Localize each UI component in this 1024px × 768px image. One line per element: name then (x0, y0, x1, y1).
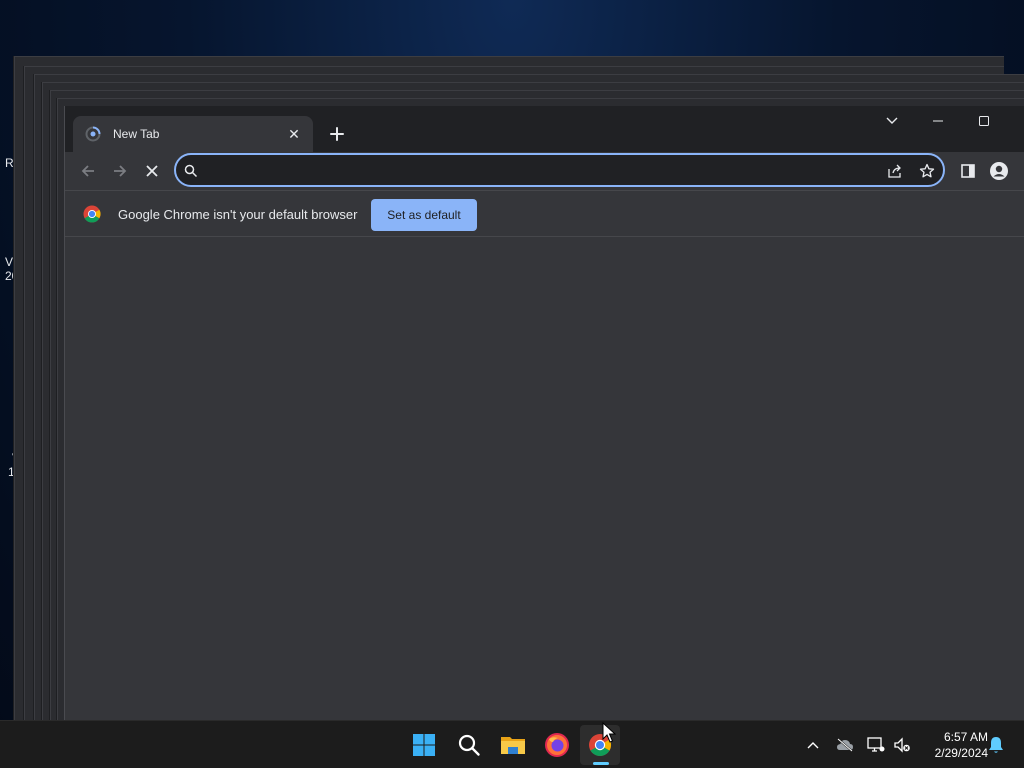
chrome-logo-icon (83, 205, 101, 223)
search-icon (182, 162, 200, 180)
close-icon (146, 165, 158, 177)
maximize-button[interactable] (961, 106, 1007, 136)
set-as-default-button[interactable]: Set as default (371, 199, 477, 231)
tab-close-icon[interactable]: ✕ (285, 125, 303, 143)
tab-new-tab[interactable]: New Tab ✕ (73, 116, 313, 152)
arrow-right-icon (114, 165, 127, 177)
bookmark-star-icon[interactable] (918, 162, 936, 180)
volume-muted-icon (894, 737, 910, 753)
loading-favicon-icon (85, 126, 101, 142)
address-input[interactable] (210, 159, 870, 181)
file-explorer-icon (501, 737, 525, 754)
mouse-cursor-icon (602, 722, 616, 743)
file-explorer-button[interactable] (493, 725, 533, 765)
volume-button[interactable] (892, 735, 912, 755)
plus-icon (330, 127, 344, 141)
minimize-icon (933, 120, 943, 122)
tab-search-button[interactable] (869, 106, 915, 136)
side-panel-button[interactable] (954, 157, 982, 185)
forward-button[interactable] (106, 157, 134, 185)
notifications-button[interactable] (986, 735, 1006, 755)
bell-icon (989, 737, 1003, 753)
page-content (65, 237, 1024, 720)
active-app-indicator (593, 762, 609, 765)
side-panel-icon (961, 164, 975, 178)
clock-time: 6:57 AM (943, 730, 988, 744)
network-icon (867, 737, 885, 752)
chrome-window: New Tab ✕ Google Chrome isn't your defau… (64, 106, 1024, 720)
start-icon (413, 734, 435, 756)
onedrive-button[interactable] (835, 735, 855, 755)
share-icon[interactable] (886, 162, 904, 180)
default-browser-infobar: Google Chrome isn't your default browser… (65, 190, 1024, 237)
firefox-button[interactable] (537, 725, 577, 765)
cloud-offline-icon (837, 738, 853, 752)
show-hidden-icons-button[interactable] (803, 735, 823, 755)
taskbar: 6:57 AM 2/29/2024 (0, 720, 1024, 768)
infobar-message: Google Chrome isn't your default browser (118, 207, 358, 222)
taskbar-search-button[interactable] (449, 725, 489, 765)
network-button[interactable] (866, 735, 886, 755)
new-tab-button[interactable] (323, 120, 351, 148)
desktop-icon-label: R (5, 156, 14, 170)
start-button[interactable] (404, 725, 444, 765)
profile-button[interactable] (985, 157, 1013, 185)
maximize-icon (979, 116, 989, 126)
chevron-up-icon (807, 742, 819, 749)
title-bar[interactable]: New Tab ✕ (65, 106, 1024, 152)
toolbar (65, 152, 1024, 190)
back-button[interactable] (74, 157, 102, 185)
address-bar[interactable] (174, 153, 945, 187)
minimize-button[interactable] (915, 106, 961, 136)
avatar-icon (990, 162, 1008, 180)
system-clock[interactable]: 6:57 AM 2/29/2024 (918, 729, 988, 761)
stop-loading-button[interactable] (138, 157, 166, 185)
chevron-down-icon (886, 117, 898, 124)
arrow-left-icon (81, 165, 94, 177)
firefox-icon (545, 733, 569, 757)
clock-date: 2/29/2024 (934, 746, 988, 760)
tab-title: New Tab (113, 127, 160, 141)
search-icon (458, 734, 480, 756)
